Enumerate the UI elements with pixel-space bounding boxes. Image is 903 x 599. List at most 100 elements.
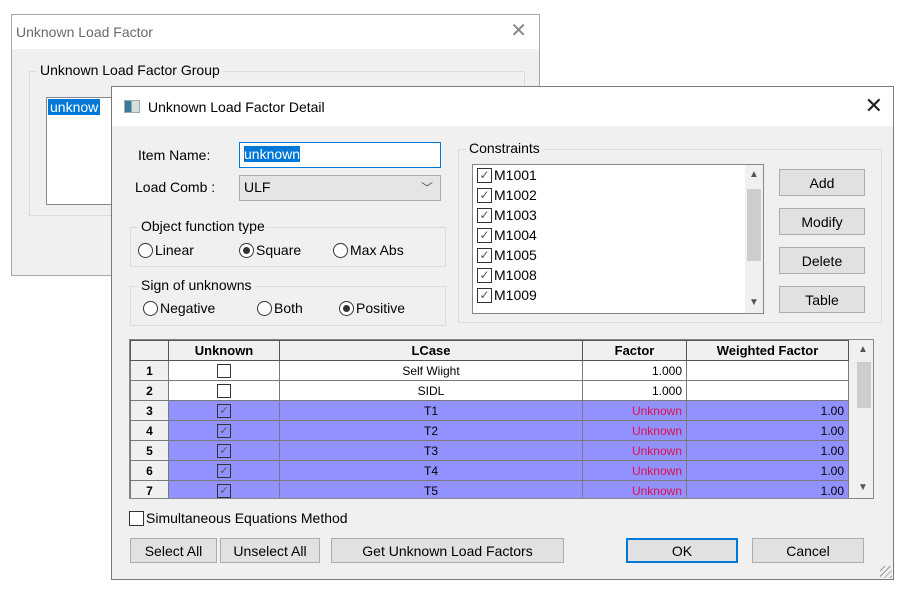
chevron-up-icon[interactable]: ▲ [745,165,763,185]
table-button[interactable]: Table [779,286,865,313]
weighted-factor-cell[interactable]: 1.00 [686,440,849,461]
factor-cell[interactable]: Unknown [582,460,687,481]
constraint-item[interactable]: ✓ M1005 [473,245,763,265]
add-button[interactable]: Add [779,169,865,196]
radio-positive[interactable]: Positive [339,300,405,316]
grid-header-factor[interactable]: Factor [582,340,687,361]
checkbox-checked-icon[interactable]: ✓ [477,207,492,223]
load-comb-select[interactable]: ULF ﹀ [239,175,441,201]
factor-cell[interactable]: Unknown [582,440,687,461]
constraint-item[interactable]: ✓ M1004 [473,225,763,245]
weighted-factor-cell[interactable]: 1.00 [686,400,849,421]
constraint-item[interactable]: ✓ M1003 [473,205,763,225]
resize-grip-icon[interactable] [880,566,892,578]
checkbox-icon[interactable] [217,383,231,398]
constraints-list[interactable]: ✓ M1001 ✓ M1002 ✓ M1003 ✓ M1004 ✓ M1005 ✓ M1008 ✓ M10… [472,164,764,314]
radio-max-abs[interactable]: Max Abs [333,242,404,258]
row-number[interactable]: 1 [130,360,169,381]
row-number[interactable]: 4 [130,420,169,441]
row-number[interactable]: 3 [130,400,169,421]
radio-both[interactable]: Both [257,300,303,316]
checkbox-icon[interactable] [217,363,231,378]
close-icon[interactable]: ✕ [865,95,883,117]
lcase-cell[interactable]: SIDL [279,380,583,401]
scrollbar-thumb[interactable] [747,189,761,261]
weighted-factor-cell[interactable] [686,380,849,401]
unknown-cell[interactable] [168,380,280,401]
simultaneous-equations-checkbox[interactable]: Simultaneous Equations Method [129,510,348,526]
factor-cell[interactable]: 1.000 [582,360,687,381]
table-row[interactable]: 5 ✓ T3 Unknown 1.00 [130,440,849,461]
row-number[interactable]: 7 [130,480,169,498]
unknown-cell[interactable]: ✓ [168,420,280,441]
chevron-down-icon[interactable]: ▼ [745,293,763,313]
weighted-factor-cell[interactable] [686,360,849,381]
checkbox-checked-icon[interactable]: ✓ [217,483,231,498]
unknown-cell[interactable]: ✓ [168,440,280,461]
lcase-cell[interactable]: Self Wiight [279,360,583,381]
weighted-factor-cell[interactable]: 1.00 [686,460,849,481]
grid-header-lcase[interactable]: LCase [279,340,583,361]
checkbox-checked-icon[interactable]: ✓ [477,167,492,183]
unknown-cell[interactable]: ✓ [168,460,280,481]
close-icon[interactable]: ✕ [510,21,527,41]
ok-button[interactable]: OK [626,538,738,563]
checkbox-checked-icon[interactable]: ✓ [477,247,492,263]
grid-header-weighted-factor[interactable]: Weighted Factor [686,340,849,361]
lcase-cell[interactable]: T3 [279,440,583,461]
weighted-factor-cell[interactable]: 1.00 [686,420,849,441]
cancel-button[interactable]: Cancel [752,538,864,563]
checkbox-checked-icon[interactable]: ✓ [217,423,231,438]
weighted-factor-cell[interactable]: 1.00 [686,480,849,498]
lcase-cell[interactable]: T4 [279,460,583,481]
get-unknown-load-factors-button[interactable]: Get Unknown Load Factors [331,538,564,563]
factor-cell[interactable]: Unknown [582,480,687,498]
radio-linear[interactable]: Linear [138,242,194,258]
row-number[interactable]: 6 [130,460,169,481]
scrollbar-thumb[interactable] [857,362,871,408]
simultaneous-equations-label: Simultaneous Equations Method [146,510,348,526]
constraint-item[interactable]: ✓ M1001 [473,165,763,185]
radio-negative[interactable]: Negative [143,300,215,316]
delete-button[interactable]: Delete [779,247,865,274]
unknown-cell[interactable] [168,360,280,381]
row-number[interactable]: 5 [130,440,169,461]
unknown-cell[interactable]: ✓ [168,480,280,498]
chevron-up-icon[interactable]: ▲ [854,340,872,360]
table-row[interactable]: 4 ✓ T2 Unknown 1.00 [130,420,849,441]
checkbox-checked-icon[interactable]: ✓ [217,403,231,418]
lcase-cell[interactable]: T5 [279,480,583,498]
radio-square[interactable]: Square [239,242,301,258]
select-all-button[interactable]: Select All [130,538,217,563]
list-item[interactable]: unknow [48,99,101,115]
checkbox-checked-icon[interactable]: ✓ [477,287,492,303]
lcase-cell[interactable]: T2 [279,420,583,441]
constraint-item[interactable]: ✓ M1009 [473,285,763,305]
unselect-all-button[interactable]: Unselect All [220,538,320,563]
grid-scrollbar[interactable]: ▲ ▼ [854,340,873,498]
row-number[interactable]: 2 [130,380,169,401]
modify-button[interactable]: Modify [779,208,865,235]
lcase-cell[interactable]: T1 [279,400,583,421]
table-row[interactable]: 2 SIDL 1.000 [130,380,849,401]
checkbox-checked-icon[interactable]: ✓ [217,443,231,458]
constraints-scrollbar[interactable]: ▲ ▼ [745,165,763,313]
chevron-down-icon[interactable]: ▼ [854,478,872,498]
checkbox-checked-icon[interactable]: ✓ [477,227,492,243]
table-row[interactable]: 6 ✓ T4 Unknown 1.00 [130,460,849,481]
factor-cell[interactable]: Unknown [582,400,687,421]
item-name-input[interactable]: unknown [239,142,441,168]
grid-header-unknown[interactable]: Unknown [168,340,280,361]
checkbox-checked-icon[interactable]: ✓ [477,267,492,283]
constraint-item[interactable]: ✓ M1002 [473,185,763,205]
checkbox-checked-icon[interactable]: ✓ [217,463,231,478]
table-row[interactable]: 1 Self Wiight 1.000 [130,360,849,381]
table-row[interactable]: 7 ✓ T5 Unknown 1.00 [130,480,849,498]
table-row[interactable]: 3 ✓ T1 Unknown 1.00 [130,400,849,421]
checkbox-checked-icon[interactable]: ✓ [477,187,492,203]
constraint-item[interactable]: ✓ M1008 [473,265,763,285]
factor-cell[interactable]: 1.000 [582,380,687,401]
factor-cell[interactable]: Unknown [582,420,687,441]
unknown-cell[interactable]: ✓ [168,400,280,421]
load-case-grid[interactable]: Unknown LCase Factor Weighted Factor 1 Se… [129,339,874,499]
